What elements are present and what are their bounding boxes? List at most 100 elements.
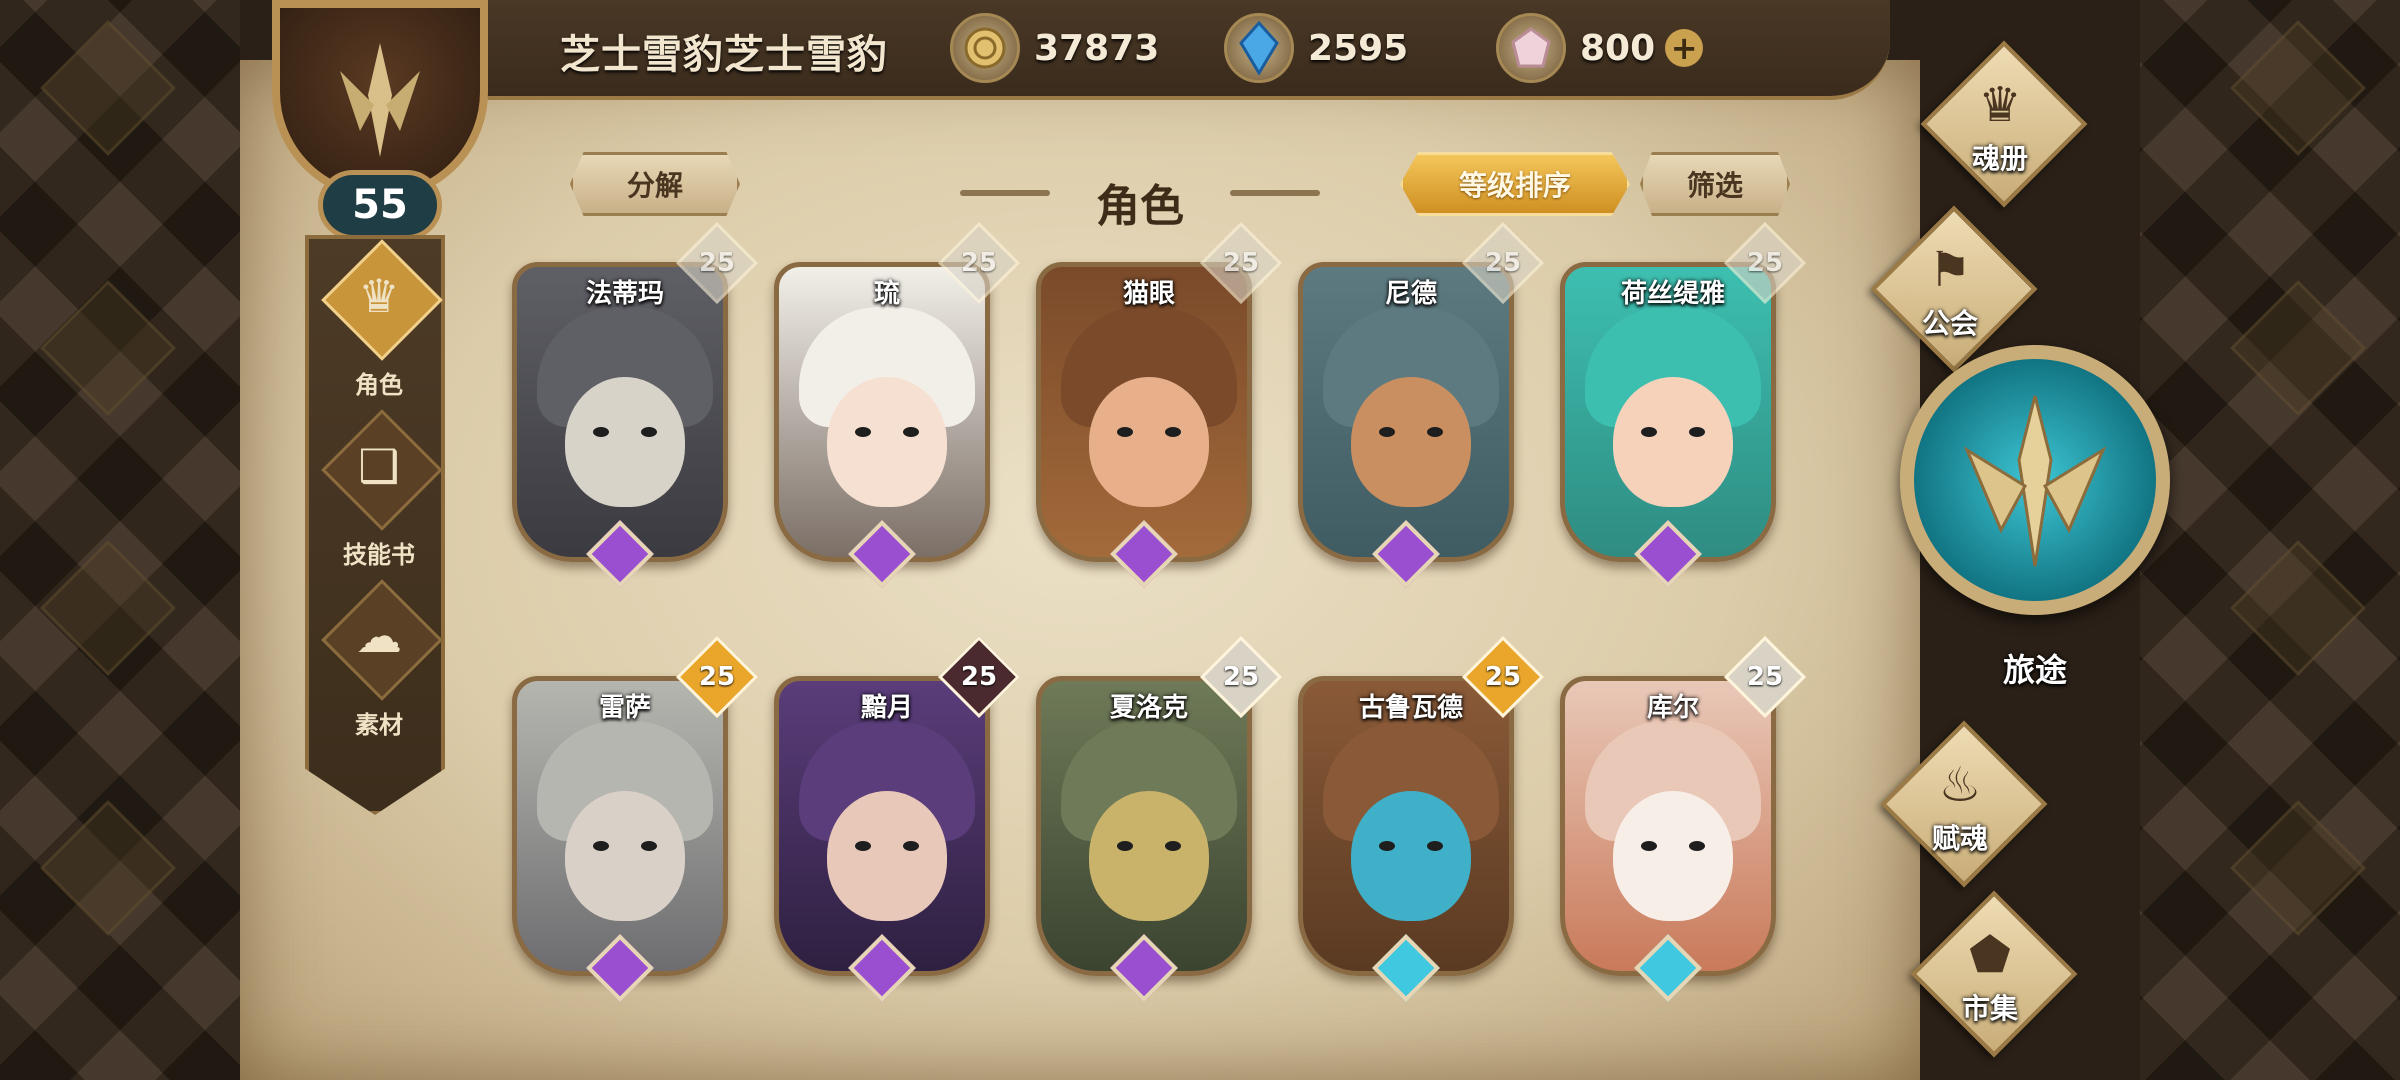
rarity-gem-icon [1634, 934, 1702, 1002]
portrait-eye [1379, 427, 1395, 437]
page-title: 角色 [1096, 181, 1184, 232]
border-diamond [40, 20, 176, 156]
gold-coin-icon [950, 13, 1020, 83]
character-card[interactable]: 黯月 25 [774, 635, 1021, 1002]
character-card[interactable]: 猫眼 25 [1036, 221, 1283, 588]
portrait-eye [1689, 841, 1705, 851]
guild-button[interactable]: ⚑ 公会 [1840, 205, 2060, 373]
portrait-face [565, 377, 685, 507]
portrait-eye [1427, 427, 1443, 437]
nav-label: 技能书 [343, 541, 415, 569]
soul-book-button[interactable]: ♛ 魂册 [1890, 40, 2110, 208]
crystal-amount: 2595 [1308, 27, 1409, 69]
portrait-eye [641, 841, 657, 851]
player-emblem[interactable]: 55 [250, 0, 510, 240]
sort-by-level-button[interactable]: 等级排序 [1400, 152, 1630, 216]
enchant-button[interactable]: ♨ 赋魂 [1850, 720, 2070, 888]
portrait-eye [593, 841, 609, 851]
gem-shape [848, 934, 916, 1002]
card-frame: 古鲁瓦德 [1298, 676, 1514, 976]
gem-shape [1372, 520, 1440, 588]
character-card[interactable]: 荷丝缇雅 25 [1560, 221, 1807, 588]
character-icon: ♛ [358, 269, 400, 323]
border-diamond [40, 800, 176, 936]
gold-amount: 37873 [1034, 27, 1160, 69]
character-portrait [1303, 267, 1509, 557]
rarity-gem-icon [1372, 520, 1440, 588]
nav-label: 素材 [355, 711, 403, 739]
add-gem-button[interactable]: + [1665, 29, 1704, 67]
resource-gem[interactable]: 800 + [1496, 12, 1704, 84]
nav-item-materials[interactable]: ☁ 素材 [309, 579, 445, 747]
rarity-gem-icon [1110, 934, 1178, 1002]
soul-book-icon: ♛ [1978, 77, 2022, 133]
character-card[interactable]: 琉 25 [774, 221, 1021, 588]
card-frame: 夏洛克 [1036, 676, 1252, 976]
pink-gem-icon [1496, 13, 1566, 83]
rarity-gem-icon [1372, 934, 1440, 1002]
portrait-eye [1117, 427, 1133, 437]
gem-shape [586, 520, 654, 588]
character-card[interactable]: 古鲁瓦德 25 [1298, 635, 1545, 1002]
material-icon: ☁ [356, 609, 402, 663]
portrait-face [827, 791, 947, 921]
menu-label: 赋魂 [1931, 822, 1988, 855]
rarity-gem-icon [848, 934, 916, 1002]
portrait-eye [1641, 841, 1657, 851]
enchant-icon: ♨ [1938, 757, 1982, 813]
border-diamond [40, 280, 176, 416]
portrait-eye [855, 841, 871, 851]
filter-button[interactable]: 筛选 [1640, 152, 1790, 216]
character-portrait [779, 681, 985, 971]
gem-shape [1372, 934, 1440, 1002]
blue-crystal-icon [1224, 13, 1294, 83]
decompose-button[interactable]: 分解 [570, 152, 740, 216]
character-portrait [517, 681, 723, 971]
character-level: 25 [1746, 248, 1784, 278]
portrait-eye [1165, 841, 1181, 851]
portrait-face [1613, 377, 1733, 507]
card-frame: 琉 [774, 262, 990, 562]
character-card[interactable]: 库尔 25 [1560, 635, 1807, 1002]
title-ornament-right [1230, 190, 1320, 196]
journey-emblem-icon [1900, 345, 2170, 615]
nav-label: 角色 [355, 371, 403, 399]
portrait-face [1089, 377, 1209, 507]
resource-gold[interactable]: 37873 [950, 12, 1159, 84]
journey-button[interactable]: 旅途 [1900, 345, 2170, 689]
card-frame: 猫眼 [1036, 262, 1252, 562]
character-level: 25 [1222, 248, 1260, 278]
portrait-eye [903, 841, 919, 851]
player-name: 芝士雪豹芝士雪豹 [560, 32, 888, 78]
character-level: 25 [1222, 662, 1260, 692]
portrait-face [565, 791, 685, 921]
journey-label: 旅途 [2002, 651, 2067, 689]
menu-label: 市集 [1961, 992, 2018, 1025]
gem-shape [1634, 934, 1702, 1002]
character-card[interactable]: 雷萨 25 [512, 635, 759, 1002]
character-portrait [1565, 681, 1771, 971]
nav-item-characters[interactable]: ♛ 角色 [309, 239, 445, 407]
gem-shape [1110, 934, 1178, 1002]
player-level: 55 [318, 170, 442, 240]
character-card[interactable]: 尼德 25 [1298, 221, 1545, 588]
character-level: 25 [1746, 662, 1784, 692]
card-frame: 雷萨 [512, 676, 728, 976]
card-frame: 黯月 [774, 676, 990, 976]
gem-amount: 800 [1580, 27, 1656, 69]
portrait-eye [593, 427, 609, 437]
resource-crystal[interactable]: 2595 [1224, 12, 1408, 84]
character-card[interactable]: 法蒂玛 25 [512, 221, 759, 588]
market-button[interactable]: ⬟ 市集 [1880, 890, 2100, 1058]
gem-shape [586, 934, 654, 1002]
portrait-eye [641, 427, 657, 437]
nav-item-skillbook[interactable]: ❑ 技能书 [309, 409, 445, 577]
rarity-gem-icon [848, 520, 916, 588]
portrait-eye [1165, 427, 1181, 437]
rarity-gem-icon [1110, 520, 1178, 588]
character-card[interactable]: 夏洛克 25 [1036, 635, 1283, 1002]
skillbook-icon: ❑ [358, 439, 400, 493]
card-frame: 荷丝缇雅 [1560, 262, 1776, 562]
character-level: 25 [960, 662, 998, 692]
border-diamond [40, 540, 176, 676]
